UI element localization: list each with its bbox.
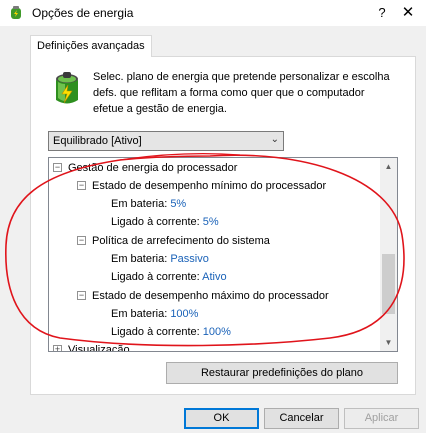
ok-button[interactable]: OK [184,408,259,429]
restore-defaults-button[interactable]: Restaurar predefinições do plano [166,362,398,384]
close-button[interactable]: ✕ [398,3,418,23]
setting-value[interactable]: 5% [170,198,186,210]
title-bar: Opções de energia ? ✕ [0,0,426,26]
setting-value[interactable]: Ativo [202,271,226,283]
setting-value[interactable]: 100% [203,326,231,338]
setting-max-battery[interactable]: Em bateria: 100% [111,306,198,322]
tree-group-display[interactable]: + Visualização [53,342,130,352]
intro-text: Selec. plano de energia que pretende per… [93,71,390,115]
setting-label: Ligado à corrente: [111,326,200,338]
apply-button: Aplicar [344,408,419,429]
collapse-icon[interactable]: − [77,181,86,190]
setting-min-plugged[interactable]: Ligado à corrente: 5% [111,214,219,230]
tree-group-processor[interactable]: − Gestão de energia do processador [53,160,237,176]
tab-advanced-settings[interactable]: Definições avançadas [30,35,152,57]
setting-value[interactable]: 100% [170,308,198,320]
tree-node-cooling[interactable]: − Política de arrefecimento do sistema [77,233,270,249]
help-button[interactable]: ? [374,3,390,23]
setting-value[interactable]: 5% [203,216,219,228]
chevron-down-icon: ⌄ [270,134,279,145]
tree-node-label: Estado de desempenho máximo do processad… [92,290,329,302]
scroll-thumb[interactable] [382,254,395,314]
power-plan-battery-icon [56,72,78,104]
collapse-icon[interactable]: − [77,236,86,245]
setting-cooling-battery[interactable]: Em bateria: Passivo [111,251,209,267]
tree-group-label: Visualização [68,344,130,352]
setting-max-plugged[interactable]: Ligado à corrente: 100% [111,324,231,340]
collapse-icon[interactable]: − [53,163,62,172]
scroll-up-icon[interactable]: ▲ [380,158,397,175]
setting-label: Ligado à corrente: [111,216,200,228]
setting-value[interactable]: Passivo [170,253,209,265]
scroll-down-icon[interactable]: ▼ [380,334,397,351]
plan-select-value: Equilibrado [Ativo] [53,135,142,147]
tree-node-min-state[interactable]: − Estado de desempenho mínimo do processa… [77,178,326,194]
power-plan-icon [11,6,21,19]
tree-node-label: Política de arrefecimento do sistema [92,235,270,247]
power-options-dialog: Opções de energia ? ✕ Definições avançad… [0,0,426,433]
tree-node-max-state[interactable]: − Estado de desempenho máximo do processa… [77,288,329,304]
setting-min-battery[interactable]: Em bateria: 5% [111,196,186,212]
setting-cooling-plugged[interactable]: Ligado à corrente: Ativo [111,269,227,285]
setting-label: Em bateria: [111,253,168,265]
setting-label: Ligado à corrente: [111,271,200,283]
expand-icon[interactable]: + [53,345,62,351]
tree-group-label: Gestão de energia do processador [68,162,238,174]
plan-select[interactable]: Equilibrado [Ativo] ⌄ [48,131,284,151]
window-title: Opções de energia [32,6,134,20]
settings-tree[interactable]: − Gestão de energia do processador − Estad… [48,157,398,352]
cancel-button[interactable]: Cancelar [264,408,339,429]
tree-scrollbar[interactable]: ▲ ▼ [380,158,397,351]
setting-label: Em bateria: [111,198,168,210]
collapse-icon[interactable]: − [77,291,86,300]
tree-node-label: Estado de desempenho mínimo do processad… [92,180,327,192]
setting-label: Em bateria: [111,308,168,320]
